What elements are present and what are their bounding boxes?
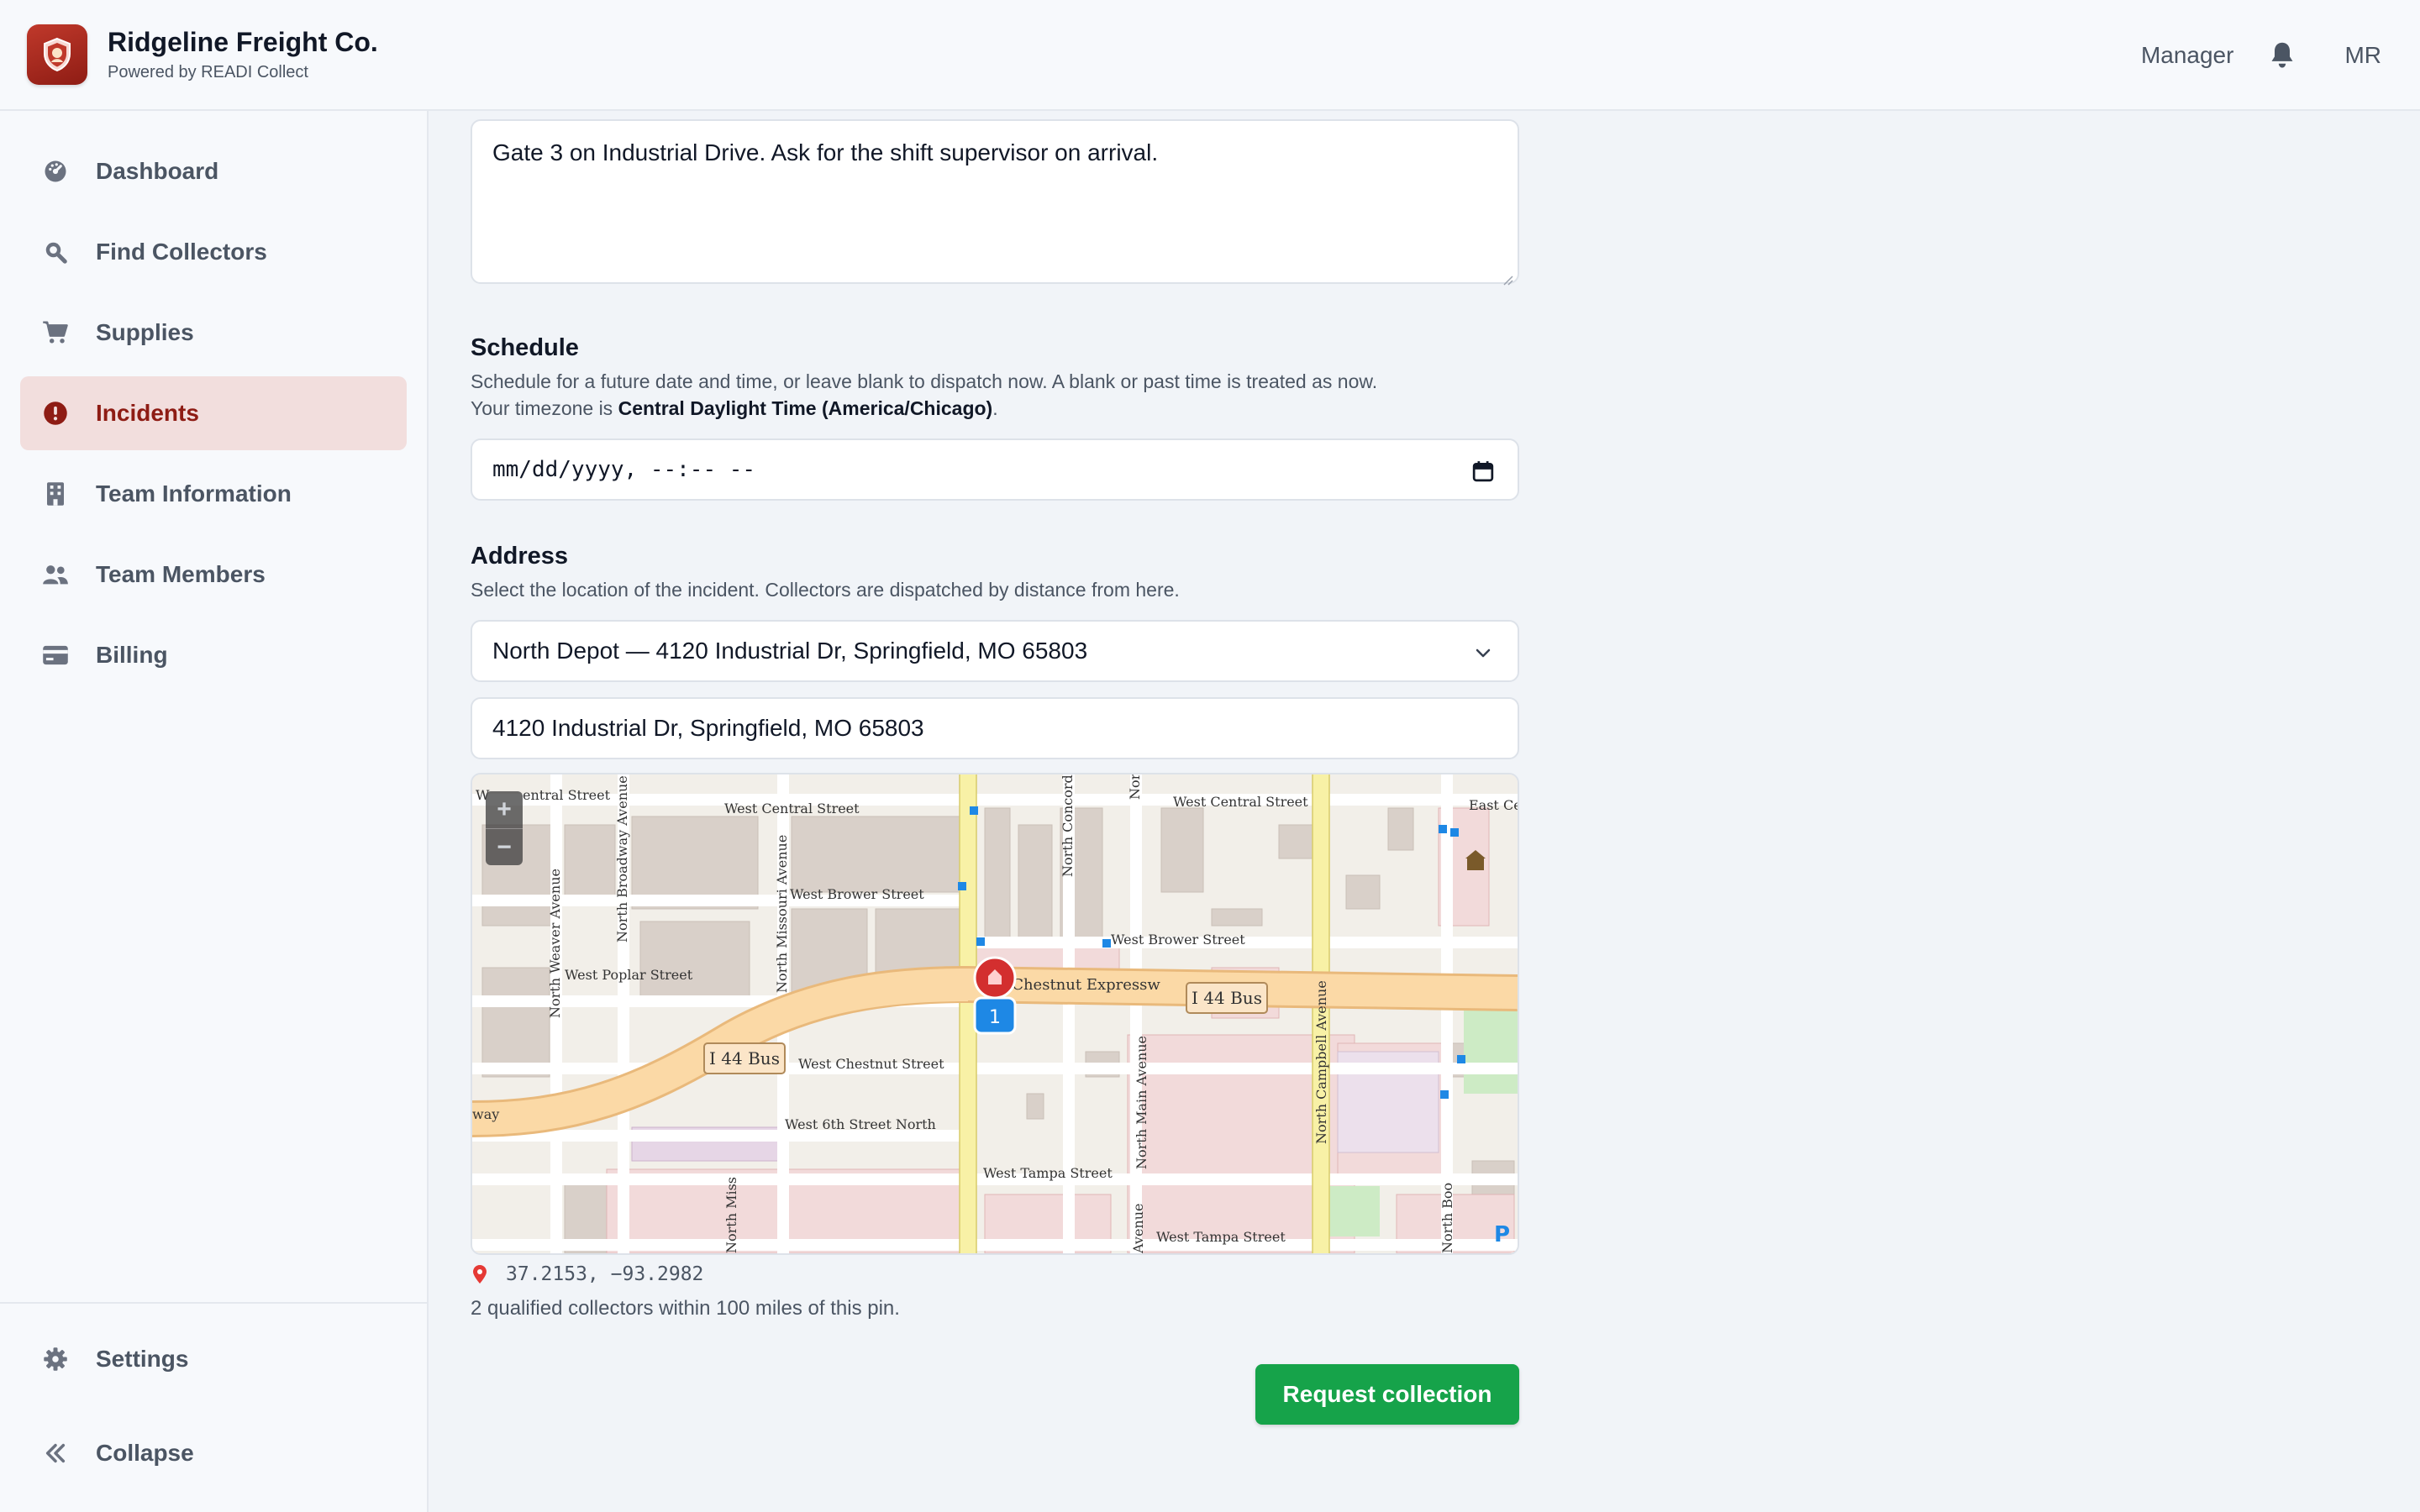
map-label: North Boo: [1439, 1183, 1455, 1253]
datetime-placeholder: mm/dd/yyyy, --:-- --: [492, 457, 756, 482]
gear-icon: [42, 1346, 69, 1373]
schedule-help-line2: Your timezone is Central Daylight Time (…: [471, 397, 998, 419]
sidebar-item-label: Team Members: [96, 561, 266, 587]
zoom-out-button[interactable]: −: [486, 828, 523, 865]
highway-shield: I 44 Bus: [1186, 982, 1268, 1014]
notes-textarea[interactable]: Gate 3 on Industrial Drive. Ask for the …: [471, 119, 1519, 286]
map-canvas[interactable]: W entral Street West Central Street West…: [472, 774, 1518, 1253]
map-label: entral Street: [523, 787, 611, 803]
collectors-note: 2 qualified collectors within 100 miles …: [471, 1297, 900, 1320]
map-zoom-control: + −: [486, 791, 523, 865]
parking-icon: P: [1494, 1222, 1510, 1247]
collector-cluster-marker[interactable]: 1: [973, 996, 1017, 1035]
map-label: East Ce: [1469, 797, 1518, 813]
users-icon: [42, 561, 69, 588]
map-label: st Chestnut Expressw: [993, 976, 1160, 994]
sidebar-item-label: Find Collectors: [96, 239, 267, 265]
sidebar-item-incidents[interactable]: Incidents: [20, 376, 407, 450]
coordinates-value: 37.2153, −93.2982: [506, 1263, 704, 1285]
map-label: Avenue: [1130, 1204, 1146, 1254]
location-select[interactable]: North Depot — 4120 Industrial Dr, Spring…: [471, 620, 1519, 682]
schedule-help-line1: Schedule for a future date and time, or …: [471, 370, 1378, 392]
role-label[interactable]: Manager: [2141, 42, 2234, 69]
map-label: West Brower Street: [790, 886, 924, 902]
map-label: Nor: [1127, 774, 1143, 800]
map-label: West Tampa Street: [983, 1165, 1113, 1181]
cart-icon: [42, 319, 69, 346]
brand: Ridgeline Freight Co. Powered by READI C…: [27, 24, 378, 85]
shield-logo-icon: [27, 24, 87, 85]
map-label: West Central Street: [724, 801, 860, 816]
powered-by: Powered by READI Collect: [108, 63, 308, 81]
pin-coordinates: 37.2153, −93.2982: [471, 1263, 703, 1285]
sidebar-item-label: Supplies: [96, 319, 194, 345]
main-content: Gate 3 on Industrial Drive. Ask for the …: [429, 111, 2420, 1512]
sidebar-item-settings[interactable]: Settings: [20, 1322, 407, 1396]
chevron-down-icon: [1470, 640, 1496, 665]
zoom-in-button[interactable]: +: [486, 791, 523, 828]
sidebar-item-billing[interactable]: Billing: [20, 618, 407, 692]
notes-text: Gate 3 on Industrial Drive. Ask for the …: [492, 139, 1159, 165]
map-label: North Concord: [1060, 774, 1076, 877]
highway-shield: I 44 Bus: [703, 1042, 786, 1074]
sidebar-item-team-information[interactable]: Team Information: [20, 457, 407, 531]
sidebar: Dashboard Find Collectors Supplies Incid…: [0, 111, 429, 1512]
sidebar-item-find-collectors[interactable]: Find Collectors: [20, 215, 407, 289]
sidebar-item-label: Team Information: [96, 480, 292, 507]
schedule-help: Schedule for a future date and time, or …: [471, 368, 1377, 422]
credit-card-icon: [42, 642, 69, 669]
location-map[interactable]: W entral Street West Central Street West…: [471, 773, 1519, 1255]
location-select-value: North Depot — 4120 Industrial Dr, Spring…: [492, 638, 1088, 664]
map-label: West Poplar Street: [565, 967, 693, 983]
sidebar-item-label: Collapse: [96, 1440, 194, 1466]
map-label: North Weaver Avenue: [547, 869, 563, 1018]
map-label: North Miss: [723, 1177, 739, 1253]
alert-icon: [42, 400, 69, 427]
address-help: Select the location of the incident. Col…: [471, 579, 1180, 601]
schedule-title: Schedule: [471, 334, 579, 361]
map-label: North Main Avenue: [1134, 1036, 1150, 1169]
address-title: Address: [471, 543, 569, 570]
sidebar-item-dashboard[interactable]: Dashboard: [20, 134, 407, 208]
sidebar-item-supplies[interactable]: Supplies: [20, 296, 407, 370]
search-icon: [42, 239, 69, 265]
schedule-datetime-input[interactable]: mm/dd/yyyy, --:-- --: [471, 438, 1519, 501]
app-header: Ridgeline Freight Co. Powered by READI C…: [0, 0, 2420, 111]
dashboard-icon: [42, 158, 69, 185]
map-label: West Chestnut Street: [798, 1056, 944, 1072]
map-label: North Missouri Avenue: [774, 835, 790, 993]
map-pin-icon: [471, 1264, 491, 1284]
company-name: Ridgeline Freight Co.: [108, 27, 378, 57]
sidebar-item-label: Billing: [96, 642, 168, 668]
bell-icon[interactable]: [2267, 40, 2297, 71]
request-collection-button[interactable]: Request collection: [1255, 1364, 1519, 1425]
map-label: North Campbell Avenue: [1313, 980, 1329, 1144]
map-label: way: [472, 1106, 499, 1122]
map-label: West Brower Street: [1111, 932, 1245, 948]
user-avatar[interactable]: MR: [2344, 42, 2381, 69]
sidebar-footer: Settings Collapse: [0, 1302, 427, 1510]
map-label: I 44 Bus: [1192, 988, 1262, 1008]
resize-handle-icon[interactable]: [1501, 265, 1514, 286]
cluster-count: 1: [989, 1007, 1001, 1028]
map-label: West 6th Street North: [785, 1116, 936, 1132]
map-label: West Tampa Street: [1156, 1229, 1286, 1245]
map-label: North Broadway Avenue: [614, 775, 630, 942]
address-input[interactable]: 4120 Industrial Dr, Springfield, MO 6580…: [471, 697, 1519, 759]
sidebar-item-label: Incidents: [96, 400, 199, 426]
map-label: West Central Street: [1173, 794, 1308, 810]
sidebar-item-label: Settings: [96, 1346, 189, 1372]
sidebar-item-label: Dashboard: [96, 158, 219, 184]
building-icon: [42, 480, 69, 507]
map-label: I 44 Bus: [709, 1048, 780, 1068]
timezone-value: Central Daylight Time (America/Chicago): [618, 397, 993, 419]
sidebar-collapse-button[interactable]: Collapse: [20, 1416, 407, 1490]
incident-pin-icon[interactable]: [973, 956, 1017, 1000]
calendar-icon[interactable]: [1470, 459, 1496, 484]
address-input-value: 4120 Industrial Dr, Springfield, MO 6580…: [492, 715, 924, 741]
sidebar-item-team-members[interactable]: Team Members: [20, 538, 407, 612]
sidebar-nav: Dashboard Find Collectors Supplies Incid…: [0, 111, 427, 692]
double-chevron-left-icon: [42, 1440, 69, 1467]
